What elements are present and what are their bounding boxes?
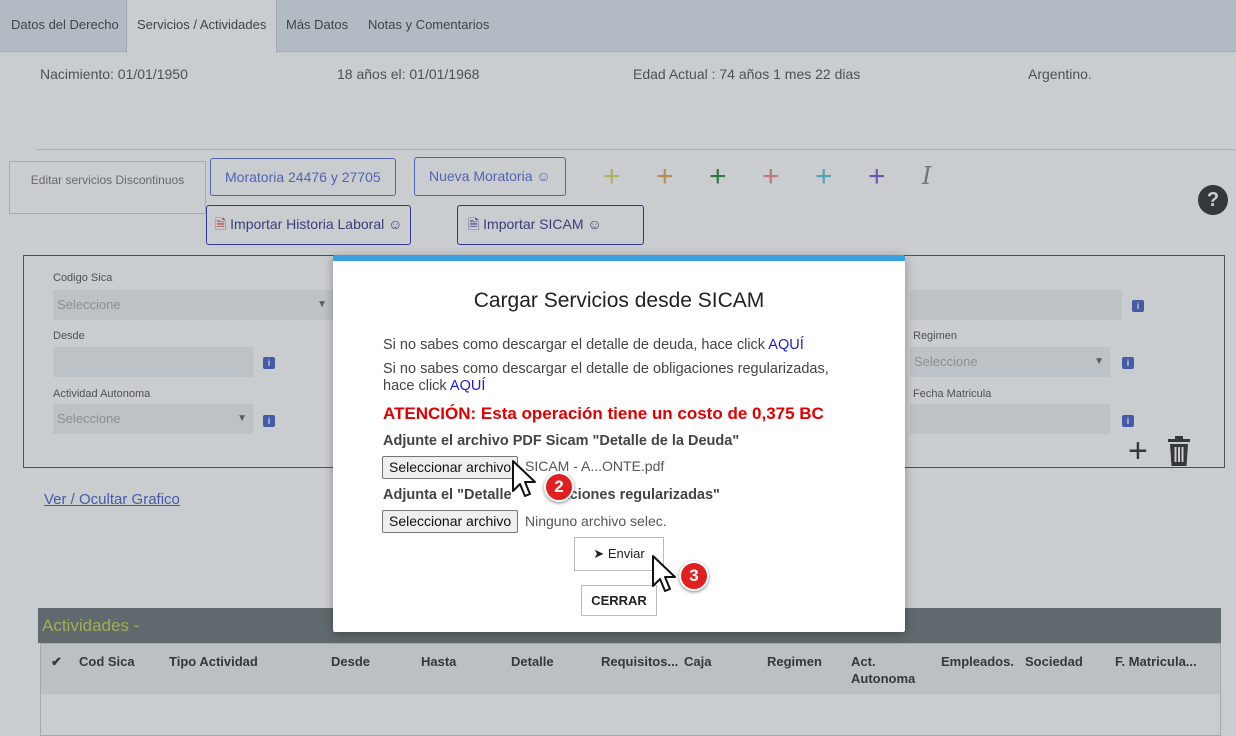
close-button[interactable]: CERRAR — [581, 585, 657, 616]
obligations-file-label-start: Adjunta el "Detalle — [383, 487, 512, 503]
debt-file-name: SICAM - A...ONTE.pdf — [525, 458, 665, 474]
step-badge: 3 — [679, 561, 709, 591]
debt-help-link[interactable]: AQUÍ — [768, 337, 803, 353]
help-line-obligations: Si no sabes como descargar el detalle de… — [383, 361, 829, 377]
help-line-obligations-2: hace click AQUÍ — [383, 378, 485, 395]
help-line-debt-text: Si no sabes como descargar el detalle de… — [383, 337, 766, 353]
obligations-file-button[interactable]: Seleccionar archivo — [382, 510, 519, 533]
step-badge: 2 — [544, 472, 574, 502]
send-label: Enviar — [607, 546, 645, 561]
help-line-debt: Si no sabes como descargar el detalle de… — [383, 337, 804, 354]
modal-title: Cargar Servicios desde SICAM — [473, 289, 765, 312]
paper-plane-icon: ➤ — [593, 546, 605, 561]
cost-warning: ATENCIÓN: Esta operación tiene un costo … — [383, 404, 824, 423]
obligations-file-label-end: aciones regularizadas" — [561, 487, 720, 503]
debt-file-button[interactable]: Seleccionar archivo — [382, 456, 519, 479]
mouse-cursor-icon — [512, 460, 536, 497]
help-line-obligations-text: hace click — [383, 378, 447, 394]
obligations-help-link[interactable]: AQUÍ — [450, 378, 485, 394]
sicam-upload-modal: Cargar Servicios desde SICAM Si no sabes… — [333, 255, 905, 632]
debt-file-label: Adjunte el archivo PDF Sicam "Detalle de… — [383, 433, 740, 449]
obligations-file-name: Ninguno archivo selec. — [525, 513, 667, 529]
